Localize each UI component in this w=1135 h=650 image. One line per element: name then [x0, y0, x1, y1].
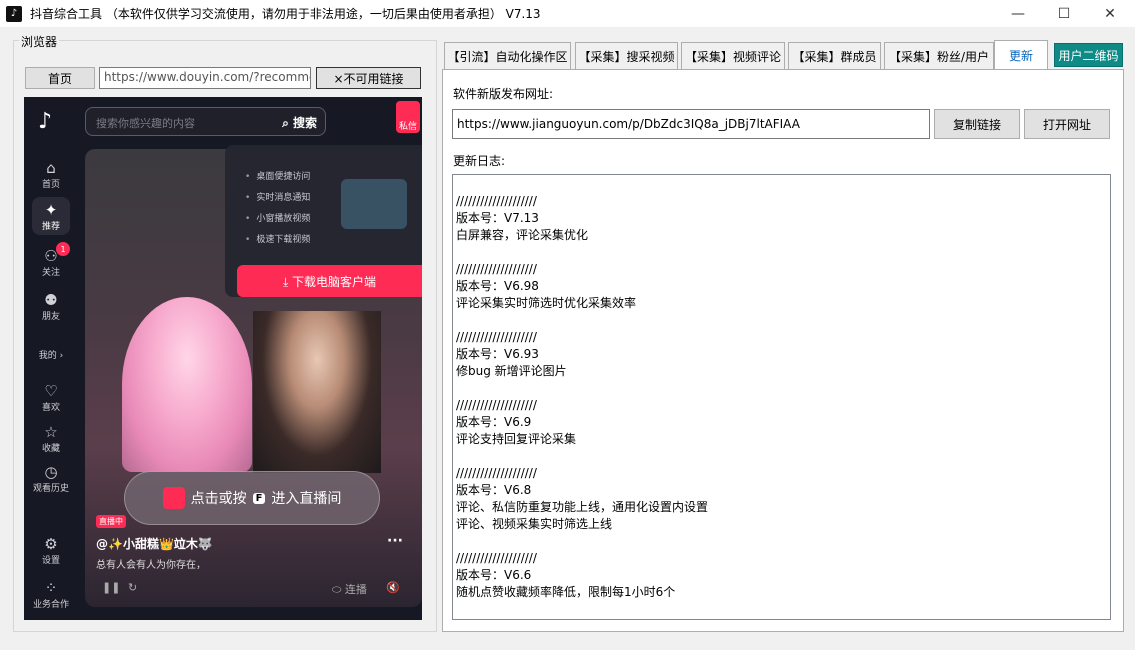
clock-icon: ◷ — [44, 463, 58, 481]
home-button[interactable]: 首页 — [25, 67, 95, 89]
tab-group-members[interactable]: 【采集】群成员 — [788, 42, 881, 69]
douyin-logo-icon[interactable]: ♪ — [38, 109, 64, 135]
sidebar-item-follow[interactable]: ⚇ 关注 — [24, 247, 78, 278]
mute-icon[interactable]: 🔇 — [386, 581, 400, 594]
copy-link-button[interactable]: 复制链接 — [934, 109, 1020, 139]
log-label: 更新日志: — [453, 154, 506, 168]
log-entry: //////////////////// 版本号：V6.98 评论采集实时筛选时… — [456, 262, 637, 310]
popup-item: 桌面便捷访问 — [245, 169, 310, 182]
tab-automation[interactable]: 【引流】自动化操作区 — [444, 42, 571, 69]
log-entry: //////////////////// 版本号：V6.6 随机点赞收藏频率降低… — [456, 551, 676, 599]
popup-item: 小窗播放视频 — [245, 211, 310, 224]
star-icon: ☆ — [44, 423, 58, 441]
search-icon: ⌕ — [282, 116, 293, 130]
streamer-image — [253, 311, 381, 473]
search-input[interactable]: 搜索你感兴趣的内容 — [96, 115, 195, 131]
log-entry: //////////////////// 版本号：V6.8 评论、私信防重复功能… — [456, 466, 709, 531]
minimize-button[interactable]: — — [995, 0, 1041, 27]
gear-icon: ⚙ — [44, 535, 58, 553]
douyin-search-box[interactable]: 搜索你感兴趣的内容 ⌕ 搜索 — [85, 107, 326, 136]
heart-icon: ♡ — [44, 382, 58, 400]
live-icon — [162, 487, 185, 509]
sidebar-item-mine[interactable]: 我的 › — [24, 348, 78, 361]
pause-icon[interactable]: ❚❚ — [102, 581, 120, 594]
sidebar-item-home[interactable]: ⌂ 首页 — [24, 159, 78, 190]
tab-search-video[interactable]: 【采集】搜采视频 — [575, 42, 678, 69]
update-log-textarea[interactable]: //////////////////// 版本号：V7.13 白屏兼容，评论采集… — [452, 174, 1111, 620]
browser-group-label: 浏览器 — [19, 33, 60, 50]
sidebar-item-business[interactable]: ⁘ 业务合作 — [24, 579, 78, 610]
log-entry: //////////////////// 版本号：V7.13 白屏兼容，评论采集… — [456, 194, 589, 242]
maximize-button[interactable]: ☐ — [1041, 0, 1087, 27]
title-bar: ♪ 抖音综合工具 （本软件仅供学习交流使用，请勿用于非法用途，一切后果由使用者承… — [0, 0, 1135, 27]
sidebar-item-friends[interactable]: ⚉ 朋友 — [24, 291, 78, 322]
tab-update[interactable]: 更新 — [994, 40, 1048, 70]
window-title: 抖音综合工具 （本软件仅供学习交流使用，请勿用于非法用途，一切后果由使用者承担）… — [30, 7, 541, 21]
url-input[interactable]: https://www.douyin.com/?recommend=1 — [99, 67, 311, 89]
video-author[interactable]: @✨小甜糕👑竝木🐺 — [96, 535, 213, 552]
video-description: 总有人会有人为你存在， — [96, 560, 206, 571]
user-qrcode-button[interactable]: 用户二维码 — [1054, 43, 1123, 67]
tab-fans-users[interactable]: 【采集】粉丝/用户 — [884, 42, 994, 69]
popup-item: 实时消息通知 — [245, 190, 310, 203]
enter-live-button[interactable]: 点击或按 F 进入直播间 — [124, 471, 380, 525]
close-button[interactable]: ✕ — [1087, 0, 1133, 27]
log-entry: //////////////////// 版本号：V6.9 评论支持回复评论采集 — [456, 398, 577, 446]
site-label: 软件新版发布网址: — [453, 87, 554, 101]
grid-icon: ⁘ — [44, 579, 58, 597]
sidebar-item-favorites[interactable]: ☆ 收藏 — [24, 423, 78, 454]
autoplay-toggle[interactable]: ⬭ 连播 — [332, 581, 367, 597]
home-icon: ⌂ — [46, 159, 56, 177]
private-message-button[interactable]: 私信 — [396, 101, 420, 133]
sparkle-icon: ✦ — [44, 201, 58, 219]
sidebar-item-likes[interactable]: ♡ 喜欢 — [24, 382, 78, 413]
popup-item: 极速下载视频 — [245, 232, 310, 245]
search-button[interactable]: ⌕ 搜索 — [282, 114, 317, 131]
douyin-webview: ♪ 搜索你感兴趣的内容 ⌕ 搜索 私信 ⌂ 首页 ✦ 推荐 ⚇ 关注 1 ⚉ 朋友 我的… — [24, 97, 422, 620]
sidebar-item-settings[interactable]: ⚙ 设置 — [24, 535, 78, 566]
more-icon[interactable]: ··· — [387, 533, 403, 549]
sidebar-item-history[interactable]: ◷ 观看历史 — [24, 463, 78, 494]
app-icon: ♪ — [6, 5, 22, 22]
anime-avatar-image — [122, 297, 252, 472]
follow-badge: 1 — [56, 242, 70, 256]
tab-video-comments[interactable]: 【采集】视频评论 — [681, 42, 785, 69]
friends-icon: ⚉ — [44, 291, 58, 309]
desktop-client-illustration — [341, 179, 407, 229]
sidebar-item-recommend[interactable]: ✦ 推荐 — [32, 197, 70, 235]
key-hint: F — [252, 492, 266, 504]
unavailable-link-button[interactable]: ×不可用链接 — [316, 67, 421, 89]
log-entry: //////////////////// 版本号：V6.93 修bug 新增评论… — [456, 330, 567, 378]
download-client-button[interactable]: ⤓ 下载电脑客户端 — [237, 265, 422, 297]
open-url-button[interactable]: 打开网址 — [1024, 109, 1110, 139]
live-tag: 直播中 — [96, 515, 126, 528]
site-url-field[interactable]: https://www.jianguoyun.com/p/DbZdc3IQ8a_… — [452, 109, 930, 139]
replay-icon[interactable]: ↻ — [128, 581, 137, 594]
